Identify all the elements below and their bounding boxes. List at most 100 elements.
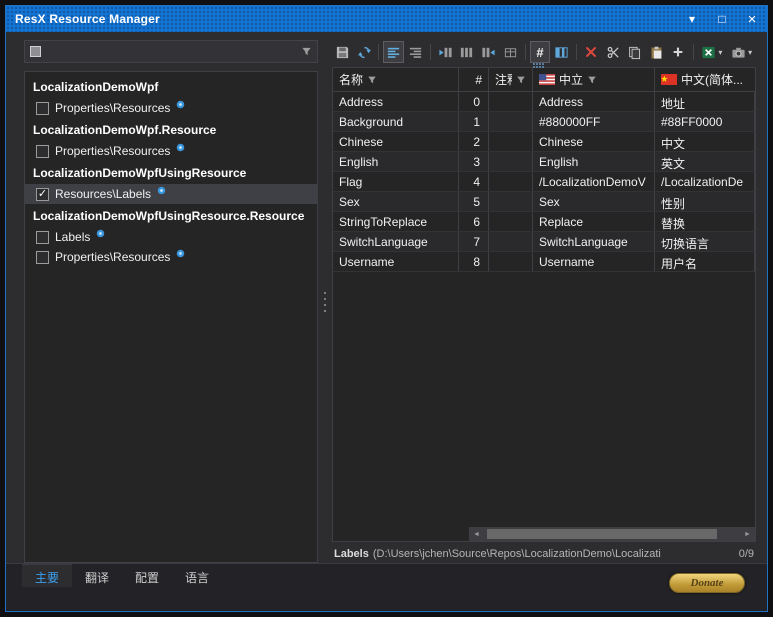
tree-item-checkbox[interactable] <box>36 102 49 115</box>
filter-funnel-icon[interactable] <box>367 75 377 85</box>
table-cell[interactable]: Address <box>333 92 459 111</box>
table-cell[interactable]: English <box>533 152 655 171</box>
excel-export-button[interactable]: ▾ <box>698 41 727 63</box>
table-cell[interactable] <box>489 232 533 251</box>
table-cell[interactable]: 1 <box>459 112 489 131</box>
tree-item[interactable]: ✓Resources\Labels <box>25 184 317 204</box>
table-cell[interactable] <box>489 172 533 191</box>
table-cell[interactable]: 7 <box>459 232 489 251</box>
table-cell[interactable]: 2 <box>459 132 489 151</box>
paste-button[interactable] <box>646 41 667 63</box>
table-cell[interactable]: 3 <box>459 152 489 171</box>
align-left-toggle-button[interactable] <box>383 41 404 63</box>
save-button[interactable] <box>332 41 353 63</box>
column-header[interactable]: 中立 <box>533 68 655 91</box>
table-cell[interactable]: Sex <box>333 192 459 211</box>
copy-button[interactable] <box>624 41 645 63</box>
tree-project-label[interactable]: LocalizationDemoWpfUsingResource <box>25 161 317 184</box>
filter-funnel-icon[interactable] <box>301 46 312 57</box>
table-row[interactable]: English3English英文 <box>333 152 755 172</box>
table-cell[interactable]: Replace <box>533 212 655 231</box>
bottom-tab-0[interactable]: 主要 <box>22 564 72 587</box>
scroll-left-arrow[interactable]: ◄ <box>469 527 484 541</box>
collapse-button[interactable]: ▾ <box>677 6 707 32</box>
scrollbar-thumb[interactable] <box>487 529 717 539</box>
table-row[interactable]: Chinese2Chinese中文 <box>333 132 755 152</box>
tree-item-checkbox[interactable] <box>36 251 49 264</box>
table-cell[interactable] <box>489 252 533 271</box>
table-row[interactable]: Address0Address地址 <box>333 92 755 112</box>
delete-button[interactable] <box>581 41 602 63</box>
column-header[interactable]: # <box>459 68 489 91</box>
scrollbar-track[interactable] <box>484 527 740 541</box>
align-right-toggle-button[interactable] <box>405 41 426 63</box>
table-row[interactable]: Sex5Sex性别 <box>333 192 755 212</box>
bottom-tab-2[interactable]: 配置 <box>122 564 172 587</box>
table-cell[interactable]: SwitchLanguage <box>333 232 459 251</box>
table-cell[interactable]: /LocalizationDemoV <box>533 172 655 191</box>
add-entry-button[interactable] <box>668 41 689 63</box>
column-header[interactable]: 名称 <box>333 68 459 91</box>
table-cell[interactable] <box>489 212 533 231</box>
tree-item-checkbox[interactable] <box>36 145 49 158</box>
table-cell[interactable]: Username <box>333 252 459 271</box>
table-row[interactable]: StringToReplace6Replace替换 <box>333 212 755 232</box>
resource-tree[interactable]: LocalizationDemoWpfProperties\ResourcesL… <box>24 71 318 563</box>
table-cell[interactable]: 替换 <box>655 212 755 231</box>
bottom-tab-3[interactable]: 语言 <box>172 564 222 587</box>
scroll-right-arrow[interactable]: ► <box>740 527 755 541</box>
table-cell[interactable]: 中文 <box>655 132 755 151</box>
table-cell[interactable] <box>489 152 533 171</box>
table-cell[interactable]: #880000FF <box>533 112 655 131</box>
move-column-left-button[interactable] <box>435 41 456 63</box>
table-cell[interactable] <box>489 132 533 151</box>
table-cell[interactable]: StringToReplace <box>333 212 459 231</box>
table-cell[interactable] <box>489 92 533 111</box>
table-cell[interactable]: SwitchLanguage <box>533 232 655 251</box>
table-row[interactable]: Background1#880000FF#88FF0000 <box>333 112 755 132</box>
table-cell[interactable]: 4 <box>459 172 489 191</box>
table-cell[interactable] <box>489 112 533 131</box>
table-cell[interactable]: 0 <box>459 92 489 111</box>
filter-funnel-icon[interactable] <box>516 75 526 85</box>
tree-item-checkbox[interactable]: ✓ <box>36 188 49 201</box>
table-cell[interactable]: 用户名 <box>655 252 755 271</box>
maximize-button[interactable]: □ <box>707 6 737 32</box>
column-layout-button[interactable] <box>457 41 478 63</box>
invariant-hash-toggle-button[interactable]: # <box>530 41 551 63</box>
table-cell[interactable]: 地址 <box>655 92 755 111</box>
table-row[interactable]: SwitchLanguage7SwitchLanguage切换语言 <box>333 232 755 252</box>
table-cell[interactable]: #88FF0000 <box>655 112 755 131</box>
table-cell[interactable]: 8 <box>459 252 489 271</box>
filter-option-icon[interactable] <box>30 46 41 57</box>
donate-button[interactable]: Donate <box>669 573 745 593</box>
cut-button[interactable] <box>603 41 624 63</box>
table-columns-button[interactable] <box>551 41 572 63</box>
tree-filter-input[interactable] <box>41 45 301 59</box>
filter-funnel-icon[interactable] <box>587 75 597 85</box>
table-row[interactable]: Flag4/LocalizationDemoV/LocalizationDe <box>333 172 755 192</box>
tree-item[interactable]: Labels <box>25 227 317 247</box>
table-cell[interactable]: /LocalizationDe <box>655 172 755 191</box>
table-cell[interactable]: 性别 <box>655 192 755 211</box>
tree-project-label[interactable]: LocalizationDemoWpfUsingResource.Resourc… <box>25 204 317 227</box>
tree-item[interactable]: Properties\Resources <box>25 98 317 118</box>
refresh-button[interactable] <box>354 41 375 63</box>
table-cell[interactable]: Address <box>533 92 655 111</box>
move-column-right-button[interactable] <box>478 41 499 63</box>
table-cell[interactable]: 5 <box>459 192 489 211</box>
table-cell[interactable]: English <box>333 152 459 171</box>
horizontal-scrollbar[interactable]: ◄ ► <box>469 527 755 541</box>
tree-item-checkbox[interactable] <box>36 231 49 244</box>
title-bar[interactable]: ResX Resource Manager ▾ □ × <box>6 6 767 32</box>
table-cell[interactable]: 英文 <box>655 152 755 171</box>
tree-item[interactable]: Properties\Resources <box>25 247 317 267</box>
table-cell[interactable]: Chinese <box>533 132 655 151</box>
toolbar-grip[interactable] <box>533 63 545 69</box>
table-cell[interactable]: 切换语言 <box>655 232 755 251</box>
tree-filter-box[interactable] <box>24 40 318 63</box>
table-cell[interactable]: Chinese <box>333 132 459 151</box>
snapshot-button[interactable]: ▾ <box>727 41 756 63</box>
table-cell[interactable]: Sex <box>533 192 655 211</box>
tree-project-label[interactable]: LocalizationDemoWpf.Resource <box>25 118 317 141</box>
